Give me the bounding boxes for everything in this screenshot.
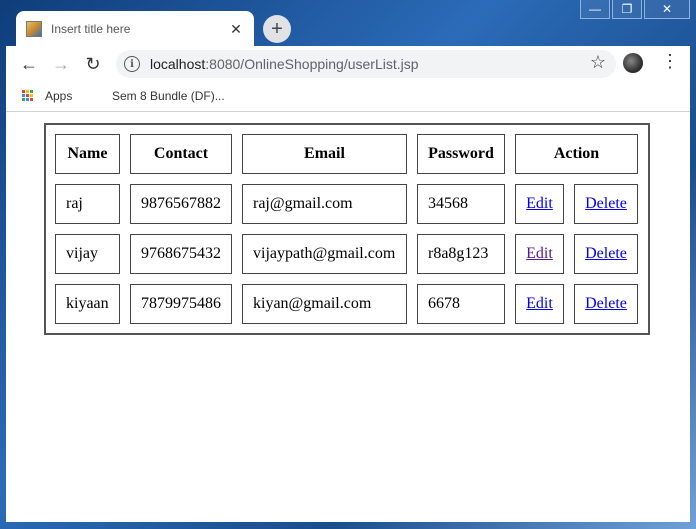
cell-name: kiyaan — [55, 284, 120, 324]
new-tab-button[interactable]: + — [263, 15, 291, 43]
cell-password: 6678 — [417, 284, 505, 324]
cell-edit: Edit — [515, 184, 564, 224]
back-arrow-icon[interactable]: ← — [16, 51, 42, 77]
tab-close-icon[interactable]: ✕ — [228, 21, 244, 38]
cell-name: vijay — [55, 234, 120, 274]
header-name: Name — [55, 134, 120, 174]
delete-link[interactable]: Delete — [585, 295, 627, 313]
url-path: :8080/OnlineShopping/userList.jsp — [205, 56, 419, 72]
cell-email: raj@gmail.com — [242, 184, 407, 224]
cell-email: kiyan@gmail.com — [242, 284, 407, 324]
cell-contact: 9768675432 — [130, 234, 232, 274]
edit-link[interactable]: Edit — [526, 295, 553, 313]
edit-link[interactable]: Edit — [526, 195, 553, 213]
cell-edit: Edit — [515, 234, 564, 274]
close-window-button[interactable]: ✕ — [644, 0, 690, 19]
edit-link[interactable]: Edit — [526, 245, 553, 263]
cell-edit: Edit — [515, 284, 564, 324]
cell-password: r8a8g123 — [417, 234, 505, 274]
tab-title: Insert title here — [51, 22, 131, 36]
cell-delete: Delete — [574, 284, 638, 324]
bookmark-sem8-bundle[interactable]: Sem 8 Bundle (DF)... — [112, 89, 225, 103]
bookmark-apps[interactable]: Apps — [45, 89, 72, 103]
profile-avatar[interactable] — [623, 53, 643, 73]
maximize-button[interactable]: ❐ — [612, 0, 642, 19]
page-content: Name Contact Email Password Action raj 9… — [6, 112, 690, 522]
address-bar[interactable]: i localhost:8080/OnlineShopping/userList… — [116, 50, 616, 78]
cell-contact: 7879975486 — [130, 284, 232, 324]
cell-email: vijaypath@gmail.com — [242, 234, 407, 274]
site-info-icon[interactable]: i — [124, 56, 140, 72]
url-text[interactable]: localhost:8080/OnlineShopping/userList.j… — [150, 56, 419, 72]
header-action: Action — [515, 134, 638, 174]
minimize-button[interactable]: — — [580, 0, 610, 19]
bookmarks-bar: Apps Sem 8 Bundle (DF)... — [6, 82, 690, 112]
header-contact: Contact — [130, 134, 232, 174]
cell-delete: Delete — [574, 234, 638, 274]
reload-icon[interactable]: ↻ — [80, 51, 106, 77]
user-table: Name Contact Email Password Action raj 9… — [44, 123, 650, 335]
delete-link[interactable]: Delete — [585, 245, 627, 263]
browser-menu-icon[interactable]: ⋮ — [661, 51, 679, 72]
header-email: Email — [242, 134, 407, 174]
browser-tab[interactable]: Insert title here ✕ — [16, 11, 254, 47]
bookmark-star-icon[interactable]: ☆ — [590, 52, 606, 73]
cell-contact: 9876567882 — [130, 184, 232, 224]
url-host: localhost — [150, 56, 206, 72]
delete-link[interactable]: Delete — [585, 195, 627, 213]
header-password: Password — [417, 134, 505, 174]
browser-toolbar: ← → ↻ i localhost:8080/OnlineShopping/us… — [6, 46, 690, 82]
browser-window: — ❐ ✕ Insert title here ✕ + ← → ↻ i loca… — [0, 0, 696, 529]
cell-delete: Delete — [574, 184, 638, 224]
page-favicon-icon — [26, 21, 42, 37]
window-controls: — ❐ ✕ — [578, 0, 690, 19]
forward-arrow-icon[interactable]: → — [48, 51, 74, 77]
cell-name: raj — [55, 184, 120, 224]
apps-grid-icon[interactable] — [22, 90, 34, 102]
cell-password: 34568 — [417, 184, 505, 224]
